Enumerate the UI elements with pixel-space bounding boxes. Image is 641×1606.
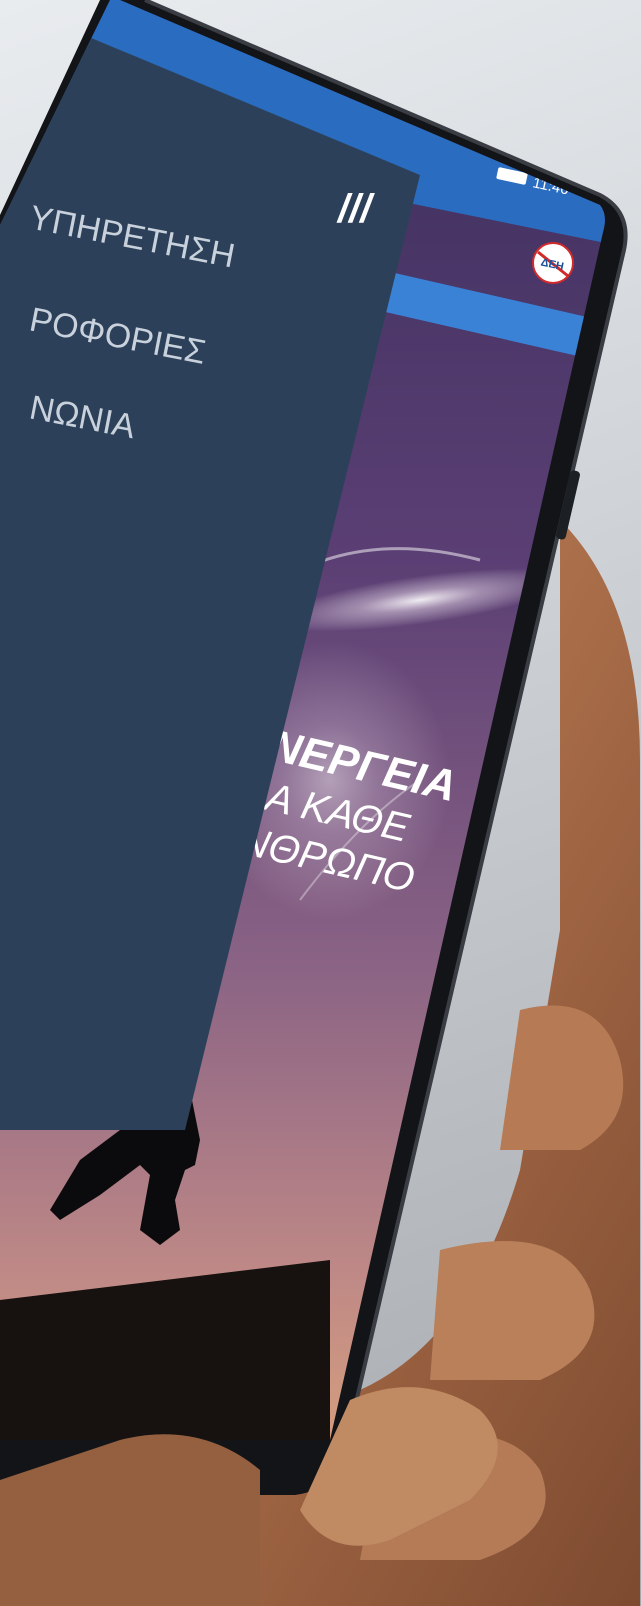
menu-close-icon[interactable]: /// xyxy=(336,187,375,231)
phone-scene: ΕΝΕΡΓΕΙΑ ΓΙΑ ΚΑΘΕ ΑΝΘΡΩΠΟ 11:46 ΔΕΗ /// … xyxy=(0,0,640,1606)
deh-logo[interactable]: ΔΕΗ xyxy=(532,242,574,284)
